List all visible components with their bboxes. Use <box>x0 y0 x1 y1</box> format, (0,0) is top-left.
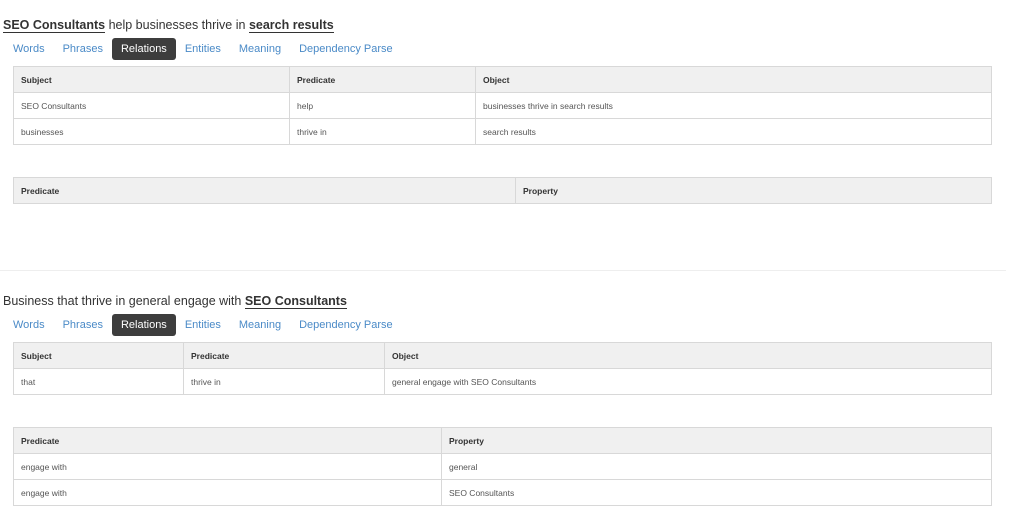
tab-relations[interactable]: Relations <box>111 38 176 60</box>
section-divider <box>0 270 1006 271</box>
entity-search-results[interactable]: search results <box>248 18 334 33</box>
table-header-row: Subject Predicate Object <box>13 66 992 93</box>
header-object: Object <box>475 66 992 93</box>
cell-predicate: thrive in <box>183 368 385 395</box>
table-header-row: Predicate Property <box>13 427 992 454</box>
tab-dependency-parse[interactable]: Dependency Parse <box>290 38 402 60</box>
table-row: businesses thrive in search results <box>13 118 992 145</box>
header-subject: Subject <box>13 342 184 369</box>
header-subject: Subject <box>13 66 290 93</box>
tab-words[interactable]: Words <box>4 38 54 60</box>
header-predicate: Predicate <box>289 66 476 93</box>
properties-table-1: Predicate Property <box>13 177 992 204</box>
sentence-text: Business that thrive in general engage w… <box>3 294 245 308</box>
cell-object: general engage with SEO Consultants <box>384 368 992 395</box>
cell-property: general <box>441 453 992 480</box>
sentence-2: Business that thrive in general engage w… <box>3 294 347 309</box>
tab-entities[interactable]: Entities <box>176 38 230 60</box>
entity-seo-consultants[interactable]: SEO Consultants <box>3 18 106 33</box>
tab-dependency-parse[interactable]: Dependency Parse <box>290 314 402 336</box>
analysis-tabs-1: Words Phrases Relations Entities Meaning… <box>4 38 402 60</box>
tab-words[interactable]: Words <box>4 314 54 336</box>
sentence-text: help businesses thrive in <box>105 18 249 32</box>
tab-phrases[interactable]: Phrases <box>54 314 112 336</box>
analysis-tabs-2: Words Phrases Relations Entities Meaning… <box>4 314 402 336</box>
cell-object: search results <box>475 118 992 145</box>
header-property: Property <box>515 177 992 204</box>
table-row: SEO Consultants help businesses thrive i… <box>13 92 992 119</box>
cell-predicate: engage with <box>13 453 442 480</box>
table-header-row: Subject Predicate Object <box>13 342 992 369</box>
table-row: that thrive in general engage with SEO C… <box>13 368 992 395</box>
tab-relations[interactable]: Relations <box>111 314 176 336</box>
header-property: Property <box>441 427 992 454</box>
relations-table-1: Subject Predicate Object SEO Consultants… <box>13 66 992 145</box>
cell-predicate: thrive in <box>289 118 476 145</box>
cell-predicate: help <box>289 92 476 119</box>
table-row: engage with SEO Consultants <box>13 479 992 506</box>
entity-seo-consultants[interactable]: SEO Consultants <box>244 294 347 309</box>
cell-subject: businesses <box>13 118 290 145</box>
cell-subject: that <box>13 368 184 395</box>
cell-object: businesses thrive in search results <box>475 92 992 119</box>
properties-table-2: Predicate Property engage with general e… <box>13 427 992 506</box>
cell-property: SEO Consultants <box>441 479 992 506</box>
table-header-row: Predicate Property <box>13 177 992 204</box>
tab-meaning[interactable]: Meaning <box>230 38 290 60</box>
cell-predicate: engage with <box>13 479 442 506</box>
table-row: engage with general <box>13 453 992 480</box>
header-predicate: Predicate <box>13 427 442 454</box>
relations-table-2: Subject Predicate Object that thrive in … <box>13 342 992 395</box>
tab-entities[interactable]: Entities <box>176 314 230 336</box>
sentence-1: SEO Consultants help businesses thrive i… <box>3 18 334 33</box>
header-predicate: Predicate <box>183 342 385 369</box>
tab-meaning[interactable]: Meaning <box>230 314 290 336</box>
header-predicate: Predicate <box>13 177 516 204</box>
tab-phrases[interactable]: Phrases <box>54 38 112 60</box>
header-object: Object <box>384 342 992 369</box>
cell-subject: SEO Consultants <box>13 92 290 119</box>
